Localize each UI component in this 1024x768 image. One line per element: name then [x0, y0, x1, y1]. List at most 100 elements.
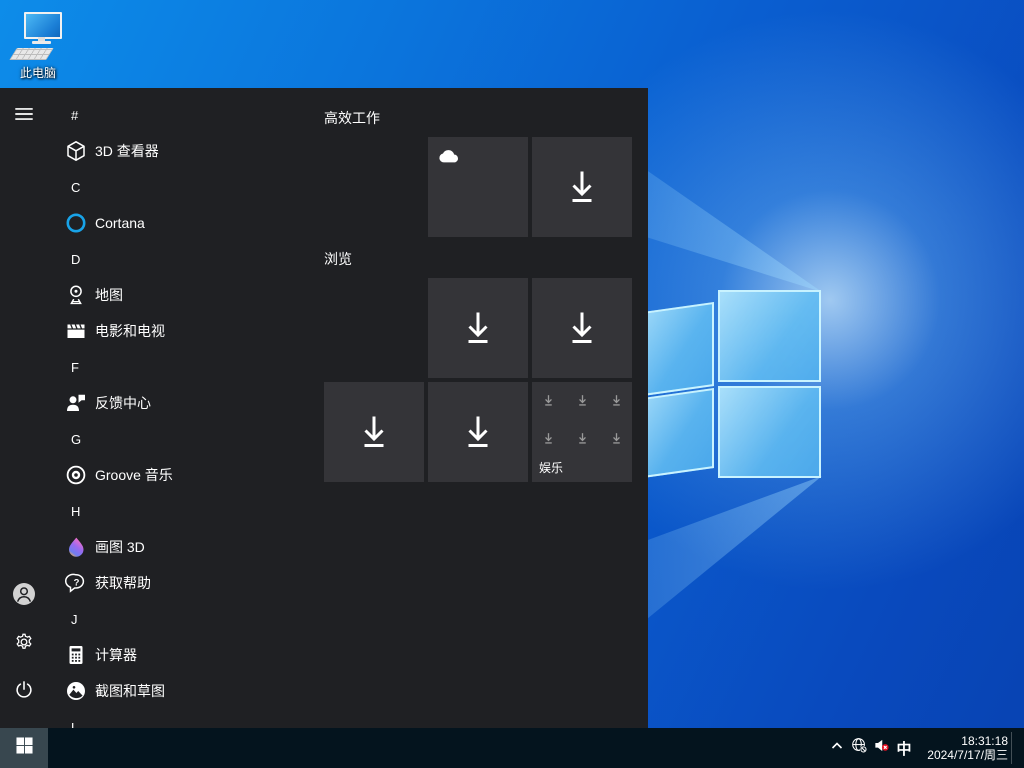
- tile-grid: 娱乐: [324, 278, 632, 482]
- app-label: 电影和电视: [95, 321, 165, 341]
- app-list-item-3d-viewer[interactable]: 3D 查看器: [48, 133, 314, 169]
- settings-gear-button[interactable]: [0, 620, 48, 668]
- taskbar: 中 18:31:18 2024/7/17/周三: [0, 728, 1024, 768]
- download-arrow-icon: [324, 382, 424, 482]
- app-section-header[interactable]: C: [48, 169, 314, 205]
- user-account-icon: [12, 582, 36, 611]
- clock-date: 2024/7/17/周三: [927, 748, 1008, 762]
- tile-placeholder: [324, 137, 424, 237]
- download-arrow-icon: [532, 278, 632, 378]
- power-button[interactable]: [0, 668, 48, 716]
- download-arrow-small-icon: [542, 394, 555, 412]
- tile-folder-entertainment[interactable]: 娱乐: [532, 382, 632, 482]
- hamburger-menu-icon: [13, 103, 35, 130]
- app-list-item-movies-tv[interactable]: 电影和电视: [48, 313, 314, 349]
- user-account-button[interactable]: [0, 572, 48, 620]
- feedback-hub-icon: [64, 391, 88, 415]
- clock-time: 18:31:18: [927, 734, 1008, 748]
- tile-pending-download[interactable]: [532, 278, 632, 378]
- volume-muted-icon: [873, 737, 890, 759]
- calculator-icon: [64, 643, 88, 667]
- groove-music-icon: [64, 463, 88, 487]
- ime-indicator[interactable]: 中: [892, 728, 916, 768]
- maps-icon: [64, 283, 88, 307]
- movies-tv-icon: [64, 319, 88, 343]
- download-arrow-small-icon: [576, 394, 589, 412]
- tile-onedrive[interactable]: [428, 137, 528, 237]
- windows-logo-pane: [718, 386, 821, 478]
- onedrive-cloud-icon: [438, 149, 460, 168]
- network-globe-offline-icon: [851, 737, 868, 759]
- app-section-header[interactable]: F: [48, 349, 314, 385]
- start-button[interactable]: [0, 728, 48, 768]
- network-globe-offline-button[interactable]: [848, 728, 870, 768]
- windows-logo-pane: [718, 290, 821, 382]
- app-section-header[interactable]: H: [48, 493, 314, 529]
- app-label: Groove 音乐: [95, 465, 173, 485]
- computer-monitor-icon: [24, 12, 62, 39]
- app-label: 画图 3D: [95, 537, 145, 557]
- power-icon: [13, 679, 35, 706]
- app-list-item-get-help[interactable]: ? 获取帮助: [48, 565, 314, 601]
- tile-pending-download[interactable]: [428, 382, 528, 482]
- tile-group-title[interactable]: 高效工作: [324, 108, 632, 124]
- app-list-item-feedback-hub[interactable]: 反馈中心: [48, 385, 314, 421]
- download-arrow-icon: [428, 278, 528, 378]
- desktop-icon-label: 此电脑: [0, 64, 76, 81]
- start-menu: #3D 查看器 C Cortana D 地图电影和电视 F 反馈中心 G Groove 音乐 H画…: [0, 88, 648, 728]
- tile-placeholder: [324, 278, 424, 378]
- desktop-icon-this-pc[interactable]: 此电脑: [6, 10, 70, 82]
- app-label: 获取帮助: [95, 573, 151, 593]
- tile-folder-label: 娱乐: [539, 459, 563, 476]
- app-section-header[interactable]: J: [48, 601, 314, 637]
- app-label: Cortana: [95, 215, 145, 231]
- download-arrow-small-icon: [542, 432, 555, 450]
- settings-gear-icon: [13, 631, 35, 658]
- folder-tile-preview: [542, 394, 623, 450]
- download-arrow-icon: [428, 382, 528, 482]
- download-arrow-small-icon: [576, 432, 589, 450]
- app-list-item-groove-music[interactable]: Groove 音乐: [48, 457, 314, 493]
- app-section-header[interactable]: L: [48, 709, 314, 728]
- 3d-viewer-icon: [64, 139, 88, 163]
- get-help-icon: ?: [64, 571, 88, 595]
- app-label: 计算器: [95, 645, 137, 665]
- app-label: 反馈中心: [95, 393, 151, 413]
- cortana-icon: [64, 211, 88, 235]
- app-list-item-paint-3d[interactable]: 画图 3D: [48, 529, 314, 565]
- keyboard-icon: [9, 48, 53, 60]
- app-list-item-snip-sketch[interactable]: 截图和草图: [48, 673, 314, 709]
- tile-group: 高效工作: [324, 108, 632, 237]
- app-label: 地图: [95, 285, 123, 305]
- volume-muted-button[interactable]: [870, 728, 892, 768]
- app-section-header[interactable]: D: [48, 241, 314, 277]
- tile-pending-download[interactable]: [324, 382, 424, 482]
- tile-group: 浏览娱乐: [324, 249, 632, 482]
- screen: 此电脑 #3D 查看器 C Cortana D 地图电影和电视 F 反馈中心 G Groove …: [0, 0, 1024, 768]
- snip-sketch-icon: [64, 679, 88, 703]
- svg-text:?: ?: [74, 577, 80, 588]
- app-label: 3D 查看器: [95, 141, 159, 161]
- app-list-item-maps[interactable]: 地图: [48, 277, 314, 313]
- hamburger-menu-button[interactable]: [0, 92, 48, 140]
- app-section-header[interactable]: G: [48, 421, 314, 457]
- download-arrow-icon: [532, 137, 632, 237]
- hidden-icons-chevron-icon: [829, 738, 845, 759]
- tile-grid: [324, 137, 632, 237]
- start-app-list: #3D 查看器 C Cortana D 地图电影和电视 F 反馈中心 G Groove 音乐 H画…: [48, 97, 314, 728]
- show-desktop-button[interactable]: [1012, 728, 1024, 768]
- taskbar-clock[interactable]: 18:31:18 2024/7/17/周三: [927, 734, 1008, 762]
- app-list-item-calculator[interactable]: 计算器: [48, 637, 314, 673]
- computer-monitor-icon: [32, 41, 51, 44]
- app-section-header[interactable]: #: [48, 97, 314, 133]
- hidden-icons-chevron-button[interactable]: [826, 728, 848, 768]
- tile-pending-download[interactable]: [428, 278, 528, 378]
- windows-logo-icon: [16, 737, 33, 759]
- app-label: 截图和草图: [95, 681, 165, 701]
- paint-3d-icon: [64, 535, 88, 559]
- app-list-item-cortana[interactable]: Cortana: [48, 205, 314, 241]
- download-arrow-small-icon: [610, 432, 623, 450]
- tile-pending-download[interactable]: [532, 137, 632, 237]
- download-arrow-small-icon: [610, 394, 623, 412]
- tile-group-title[interactable]: 浏览: [324, 249, 632, 265]
